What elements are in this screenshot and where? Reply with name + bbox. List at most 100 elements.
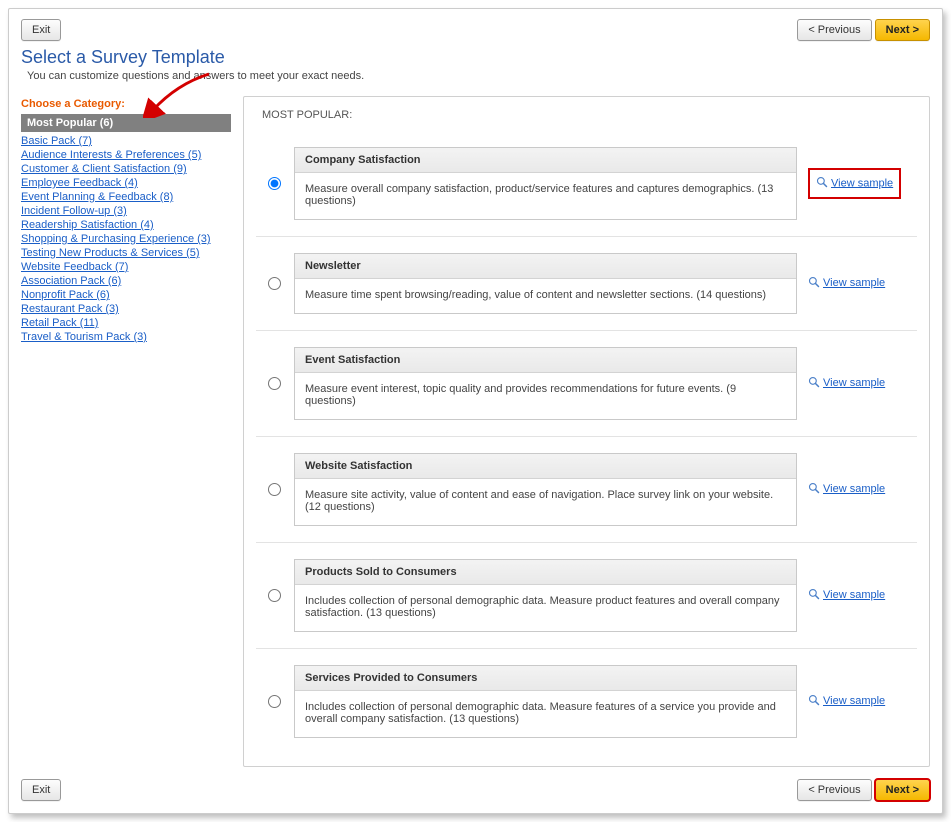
view-sample-wrap: View sample [808,589,885,601]
category-link[interactable]: Readership Satisfaction (4) [21,219,154,231]
template-name: Company Satisfaction [295,148,796,173]
category-item: Basic Pack (7) [21,134,231,148]
view-sample-wrap: View sample [808,695,885,707]
template-row: Company SatisfactionMeasure overall comp… [256,131,917,237]
view-sample-link[interactable]: View sample [831,177,893,189]
template-row: Services Provided to ConsumersIncludes c… [256,649,917,755]
category-link[interactable]: Nonprofit Pack (6) [21,289,110,301]
category-link[interactable]: Restaurant Pack (3) [21,303,119,315]
view-sample-link[interactable]: View sample [823,483,885,495]
category-link[interactable]: Travel & Tourism Pack (3) [21,331,147,343]
template-description: Measure event interest, topic quality an… [295,373,796,419]
top-bar: Exit < Previous Next > [21,19,930,41]
template-card-cell: Services Provided to ConsumersIncludes c… [290,649,807,755]
template-card-cell: NewsletterMeasure time spent browsing/re… [290,237,807,331]
view-sample-cell: View sample [807,437,917,543]
template-radio-cell [256,437,290,543]
view-sample-cell: View sample [807,131,917,237]
view-sample-link[interactable]: View sample [823,695,885,707]
category-item: Shopping & Purchasing Experience (3) [21,232,231,246]
view-sample-cell: View sample [807,649,917,755]
category-link[interactable]: Employee Feedback (4) [21,177,138,189]
page-subtitle: You can customize questions and answers … [21,70,930,82]
template-radio-cell [256,331,290,437]
category-link[interactable]: Shopping & Purchasing Experience (3) [21,233,211,245]
view-sample-wrap: View sample [808,277,885,289]
template-name: Newsletter [295,254,796,279]
category-item: Readership Satisfaction (4) [21,218,231,232]
category-link[interactable]: Retail Pack (11) [21,317,98,329]
category-item: Nonprofit Pack (6) [21,288,231,302]
top-right-buttons: < Previous Next > [797,19,930,41]
template-card: NewsletterMeasure time spent browsing/re… [294,253,797,314]
template-name: Website Satisfaction [295,454,796,479]
choose-category-label: Choose a Category: [21,98,231,110]
magnify-icon [808,482,820,497]
category-selected[interactable]: Most Popular (6) [21,114,231,132]
magnify-icon [808,276,820,291]
template-radio-cell [256,237,290,331]
template-radio[interactable] [268,177,281,190]
section-heading: MOST POPULAR: [256,109,917,121]
template-card-cell: Company SatisfactionMeasure overall comp… [290,131,807,237]
category-item: Incident Follow-up (3) [21,204,231,218]
category-item: Event Planning & Feedback (8) [21,190,231,204]
category-list: Basic Pack (7) Audience Interests & Prefe… [21,134,231,344]
template-card: Company SatisfactionMeasure overall comp… [294,147,797,220]
template-description: Includes collection of personal demograp… [295,585,796,631]
category-item: Retail Pack (11) [21,316,231,330]
template-card: Website SatisfactionMeasure site activit… [294,453,797,526]
template-name: Products Sold to Consumers [295,560,796,585]
view-sample-wrap: View sample [808,168,901,199]
category-link[interactable]: Audience Interests & Preferences (5) [21,149,201,161]
template-radio[interactable] [268,589,281,602]
category-sidebar: Choose a Category: Most Popular (6) Basi… [21,96,231,344]
category-link[interactable]: Website Feedback (7) [21,261,128,273]
template-description: Measure overall company satisfaction, pr… [295,173,796,219]
magnify-icon [808,694,820,709]
page-title: Select a Survey Template [21,47,930,68]
template-radio-cell [256,131,290,237]
category-link[interactable]: Event Planning & Feedback (8) [21,191,173,203]
category-link[interactable]: Customer & Client Satisfaction (9) [21,163,187,175]
template-radio[interactable] [268,277,281,290]
template-radio[interactable] [268,695,281,708]
template-radio[interactable] [268,483,281,496]
template-radio-cell [256,649,290,755]
template-name: Services Provided to Consumers [295,666,796,691]
view-sample-wrap: View sample [808,483,885,495]
view-sample-link[interactable]: View sample [823,377,885,389]
template-row: NewsletterMeasure time spent browsing/re… [256,237,917,331]
template-card-cell: Products Sold to ConsumersIncludes colle… [290,543,807,649]
view-sample-link[interactable]: View sample [823,277,885,289]
next-button[interactable]: Next > [875,19,930,41]
view-sample-link[interactable]: View sample [823,589,885,601]
category-item: Employee Feedback (4) [21,176,231,190]
template-radio[interactable] [268,377,281,390]
category-link[interactable]: Testing New Products & Services (5) [21,247,200,259]
category-item: Customer & Client Satisfaction (9) [21,162,231,176]
template-card: Event SatisfactionMeasure event interest… [294,347,797,420]
exit-button[interactable]: Exit [21,19,61,41]
category-item: Website Feedback (7) [21,260,231,274]
template-row: Event SatisfactionMeasure event interest… [256,331,917,437]
template-radio-cell [256,543,290,649]
category-item: Audience Interests & Preferences (5) [21,148,231,162]
choose-category-text: Choose a Category: [21,98,125,110]
template-row: Website SatisfactionMeasure site activit… [256,437,917,543]
template-description: Measure time spent browsing/reading, val… [295,279,796,313]
previous-button[interactable]: < Previous [797,19,871,41]
template-description: Measure site activity, value of content … [295,479,796,525]
template-table: Company SatisfactionMeasure overall comp… [256,131,917,754]
magnify-icon [816,176,828,191]
category-link[interactable]: Incident Follow-up (3) [21,205,127,217]
magnify-icon [808,588,820,603]
view-sample-cell: View sample [807,237,917,331]
category-link[interactable]: Association Pack (6) [21,275,121,287]
body-layout: Choose a Category: Most Popular (6) Basi… [21,96,930,767]
template-panel: MOST POPULAR: Company SatisfactionMeasur… [243,96,930,767]
view-sample-wrap: View sample [808,377,885,389]
template-card: Products Sold to ConsumersIncludes colle… [294,559,797,632]
category-link[interactable]: Basic Pack (7) [21,135,92,147]
magnify-icon [808,376,820,391]
